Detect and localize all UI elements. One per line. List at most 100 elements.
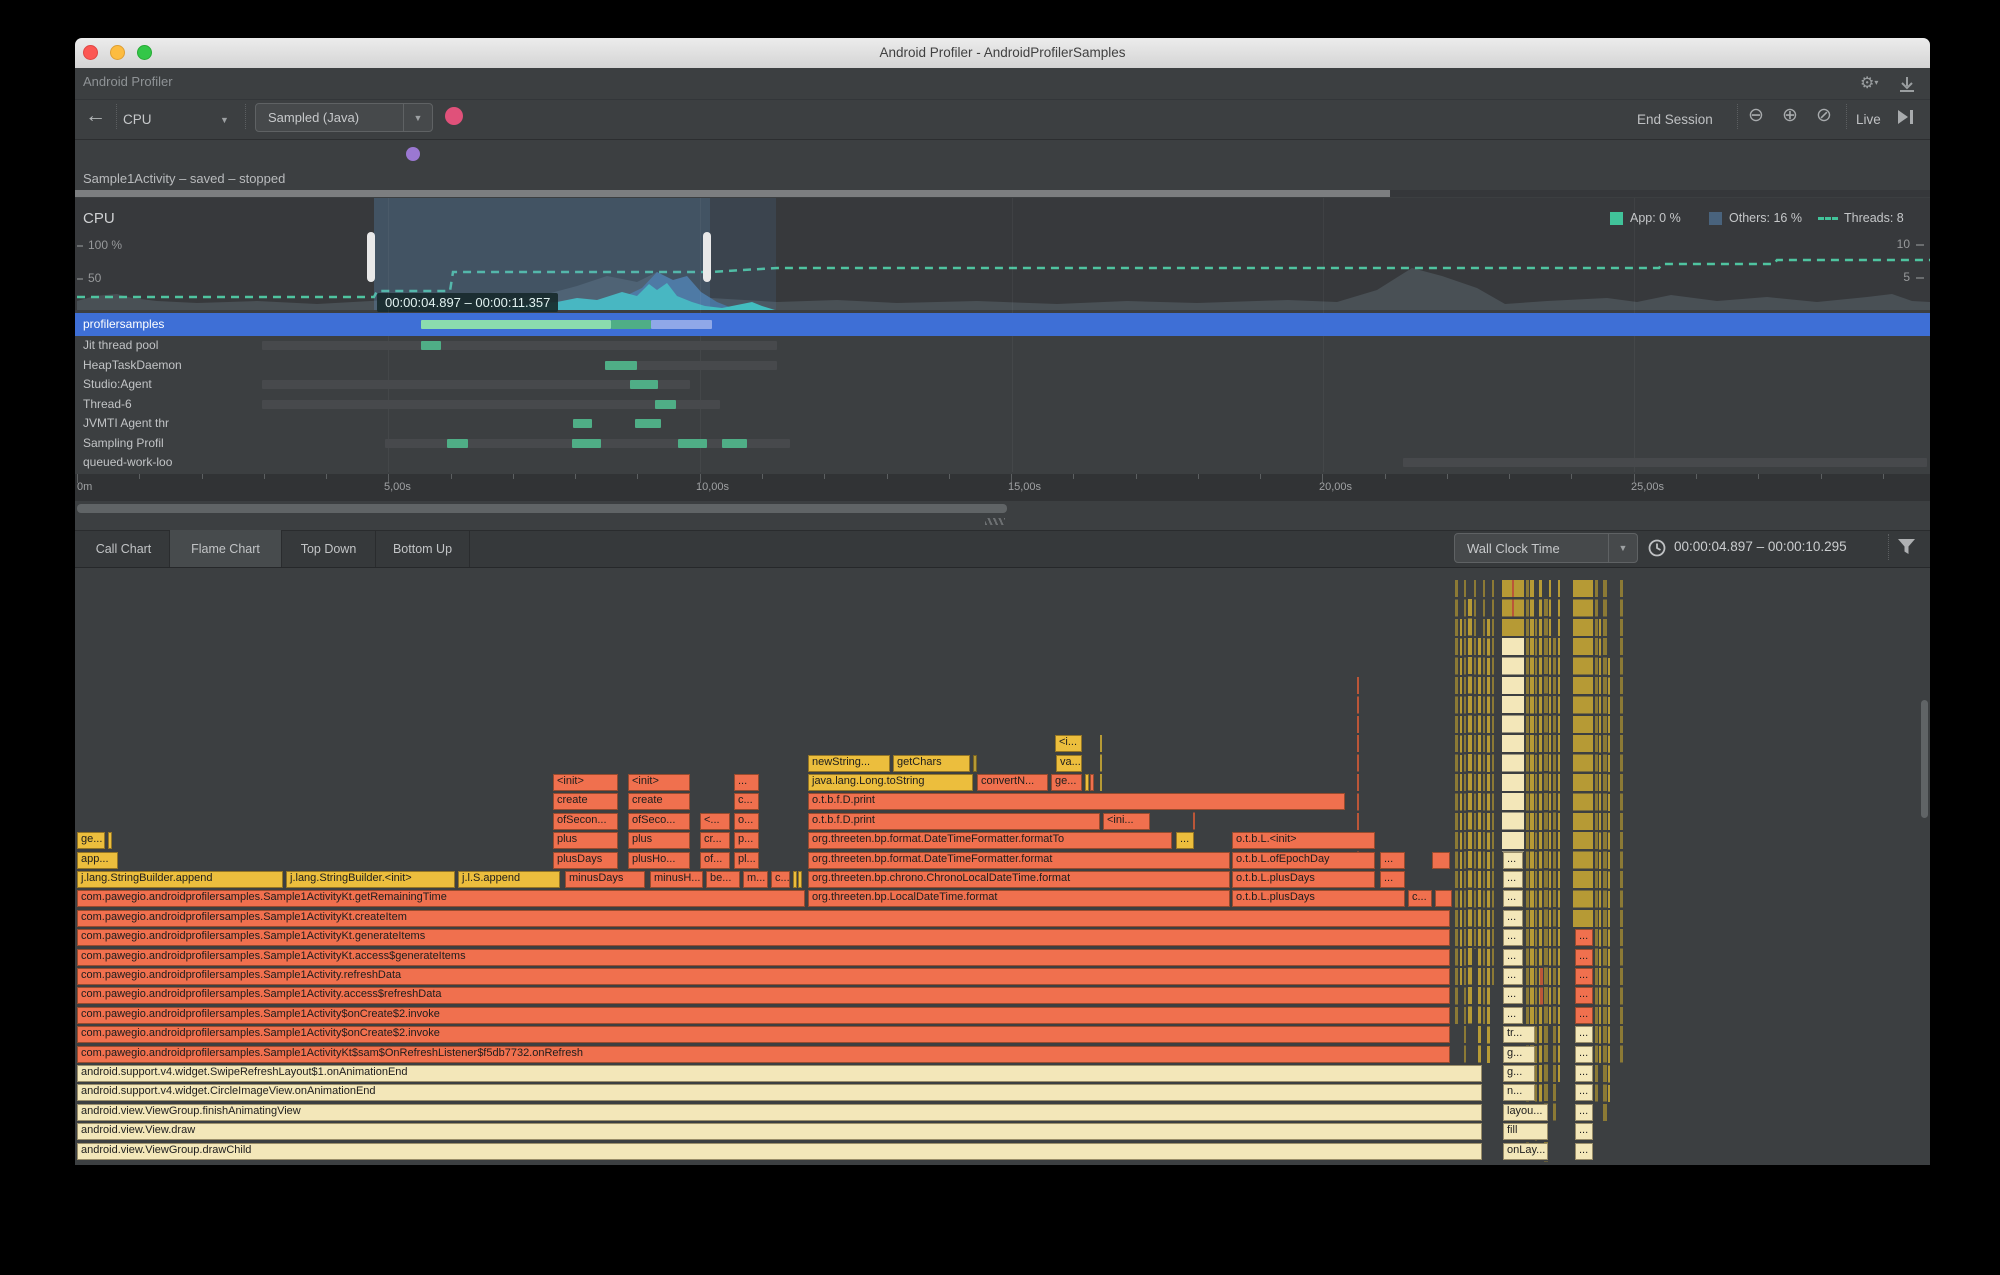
- recording-config-select[interactable]: Sampled (Java) ▼: [255, 103, 433, 132]
- flame-box[interactable]: ge...: [77, 832, 105, 850]
- flame-box[interactable]: android.view.View.draw: [77, 1123, 1482, 1141]
- thread-row[interactable]: queued-work-loo: [75, 453, 1930, 472]
- flame-box[interactable]: ...: [1575, 948, 1593, 966]
- flame-box[interactable]: ...: [1575, 987, 1593, 1005]
- flame-box[interactable]: <i...: [1055, 735, 1082, 753]
- flame-box[interactable]: ...: [1503, 909, 1523, 927]
- flame-box[interactable]: com.pawegio.androidprofilersamples.Sampl…: [77, 987, 1450, 1005]
- flame-box[interactable]: com.pawegio.androidprofilersamples.Sampl…: [77, 968, 1450, 985]
- flame-box[interactable]: create: [553, 793, 618, 811]
- flame-box[interactable]: j.lang.StringBuilder.append: [77, 871, 283, 888]
- back-arrow-button[interactable]: ←: [85, 104, 106, 128]
- thread-row[interactable]: HeapTaskDaemon: [75, 356, 1930, 375]
- flame-box[interactable]: ...: [1503, 987, 1523, 1005]
- flame-box[interactable]: [108, 832, 112, 850]
- flame-box[interactable]: ...: [1575, 1006, 1593, 1024]
- thread-row[interactable]: Sampling Profil: [75, 434, 1930, 453]
- flame-box[interactable]: ...: [1503, 968, 1523, 985]
- filter-icon[interactable]: [1898, 539, 1916, 555]
- flame-box[interactable]: app...: [77, 851, 118, 869]
- flame-box[interactable]: [1090, 774, 1094, 791]
- flame-box[interactable]: com.pawegio.androidprofilersamples.Sampl…: [77, 1006, 1450, 1024]
- flame-box[interactable]: n...: [1503, 1084, 1535, 1102]
- flame-box[interactable]: o.t.b.L.plusDays: [1232, 890, 1405, 908]
- selection-right-handle[interactable]: [703, 232, 711, 282]
- flame-box[interactable]: [1085, 774, 1089, 791]
- flame-box[interactable]: plusDays: [553, 851, 618, 869]
- flame-box[interactable]: getChars: [893, 754, 970, 772]
- flame-box[interactable]: o.t.b.f.D.print: [808, 793, 1345, 811]
- flame-box[interactable]: com.pawegio.androidprofilersamples.Sampl…: [77, 929, 1450, 947]
- tab-call-chart[interactable]: Call Chart: [78, 530, 170, 567]
- flame-box[interactable]: ...: [1380, 871, 1405, 888]
- flame-box[interactable]: android.support.v4.widget.SwipeRefreshLa…: [77, 1065, 1482, 1082]
- flame-box[interactable]: o...: [734, 812, 759, 830]
- zoom-in-button[interactable]: ⊕: [1778, 105, 1802, 129]
- flame-box[interactable]: com.pawegio.androidprofilersamples.Sampl…: [77, 890, 805, 908]
- flame-vertical-scrollbar[interactable]: [1921, 700, 1928, 818]
- flame-box[interactable]: be...: [706, 871, 740, 888]
- flame-box[interactable]: ...: [1575, 1103, 1593, 1121]
- flame-box[interactable]: plus: [553, 832, 618, 850]
- flame-box[interactable]: create: [628, 793, 690, 811]
- thread-row[interactable]: JVMTI Agent thr: [75, 414, 1930, 433]
- flame-box[interactable]: android.support.v4.widget.CircleImageVie…: [77, 1084, 1482, 1102]
- flame-box[interactable]: onLay...: [1503, 1142, 1548, 1160]
- tab-top-down[interactable]: Top Down: [282, 530, 376, 567]
- tab-bottom-up[interactable]: Bottom Up: [376, 530, 470, 567]
- flame-box[interactable]: minusH...: [650, 871, 703, 888]
- flame-box[interactable]: ...: [734, 774, 759, 791]
- flame-box[interactable]: org.threeten.bp.LocalDateTime.format: [808, 890, 1230, 908]
- gear-icon[interactable]: ⚙▾: [1860, 73, 1878, 93]
- flame-box[interactable]: <init>: [553, 774, 618, 791]
- thread-row[interactable]: Jit thread pool: [75, 336, 1930, 355]
- flame-box[interactable]: ...: [1575, 968, 1593, 985]
- flame-box[interactable]: m...: [743, 871, 768, 888]
- flame-box[interactable]: android.view.ViewGroup.drawChild: [77, 1142, 1482, 1160]
- flame-box[interactable]: <...: [700, 812, 730, 830]
- flame-box[interactable]: newString...: [808, 754, 890, 772]
- flame-box[interactable]: [798, 871, 802, 888]
- flame-box[interactable]: <init>: [628, 774, 690, 791]
- flame-box[interactable]: o.t.b.L.ofEpochDay: [1232, 851, 1375, 869]
- flame-box[interactable]: ...: [1575, 1123, 1593, 1141]
- flame-box[interactable]: ...: [1176, 832, 1194, 850]
- flame-box[interactable]: fill: [1503, 1123, 1548, 1141]
- thread-row[interactable]: Thread-6: [75, 395, 1930, 414]
- skip-to-end-icon[interactable]: [1898, 110, 1918, 124]
- flame-box[interactable]: org.threeten.bp.chrono.ChronoLocalDateTi…: [808, 871, 1230, 888]
- flame-box[interactable]: [1432, 851, 1450, 869]
- flame-box[interactable]: minusDays: [565, 871, 645, 888]
- flame-box[interactable]: ...: [1575, 1142, 1593, 1160]
- flame-box[interactable]: ofSeco...: [628, 812, 690, 830]
- flame-box[interactable]: ...: [1575, 929, 1593, 947]
- flame-box[interactable]: layou...: [1503, 1103, 1548, 1121]
- chevron-down-icon[interactable]: ▼: [1608, 534, 1637, 562]
- flame-box[interactable]: ofSecon...: [553, 812, 618, 830]
- flame-box[interactable]: c...: [734, 793, 759, 811]
- thread-row[interactable]: Studio:Agent: [75, 375, 1930, 394]
- flame-box[interactable]: java.lang.Long.toString: [808, 774, 973, 791]
- flame-box[interactable]: g...: [1503, 1065, 1535, 1082]
- selection-range-extension[interactable]: [710, 198, 776, 310]
- end-session-button[interactable]: End Session: [1637, 112, 1713, 127]
- flame-box[interactable]: plus: [628, 832, 690, 850]
- flame-box[interactable]: convertN...: [977, 774, 1048, 791]
- thread-row[interactable]: profilersamples: [75, 313, 1930, 336]
- clock-mode-select[interactable]: Wall Clock Time ▼: [1454, 533, 1638, 563]
- selection-left-handle[interactable]: [367, 232, 375, 282]
- flame-box[interactable]: of...: [700, 851, 730, 869]
- process-selector[interactable]: CPU: [123, 112, 152, 127]
- flame-box[interactable]: ...: [1503, 929, 1523, 947]
- reset-zoom-button[interactable]: ⊘: [1812, 105, 1836, 129]
- timeline-scrollbar[interactable]: [77, 504, 1007, 513]
- flame-box[interactable]: com.pawegio.androidprofilersamples.Sampl…: [77, 1045, 1450, 1063]
- flame-box[interactable]: o.t.b.L.<init>: [1232, 832, 1375, 850]
- flame-box[interactable]: com.pawegio.androidprofilersamples.Sampl…: [77, 909, 1450, 927]
- flame-box[interactable]: org.threeten.bp.format.DateTimeFormatter…: [808, 851, 1230, 869]
- flame-box[interactable]: [973, 754, 977, 772]
- flame-box[interactable]: p...: [734, 832, 759, 850]
- flame-box[interactable]: tr...: [1503, 1026, 1535, 1044]
- flame-box[interactable]: plusHo...: [628, 851, 690, 869]
- flame-box[interactable]: cr...: [700, 832, 730, 850]
